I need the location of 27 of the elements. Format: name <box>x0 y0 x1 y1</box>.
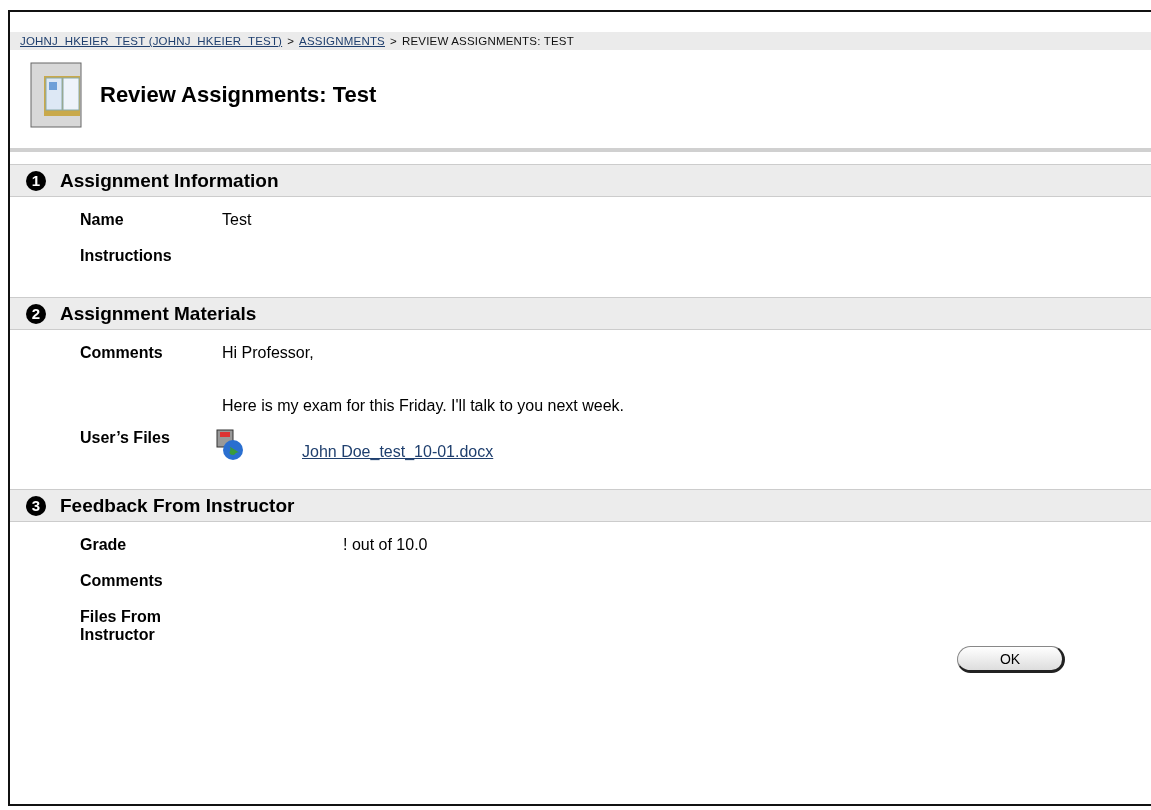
section-title: Feedback From Instructor <box>60 494 295 517</box>
breadcrumb-separator: > <box>287 35 295 47</box>
breadcrumb-link[interactable]: JOHNJ_HKEIER_TEST (JOHNJ_HKEIER_TEST) <box>20 35 283 47</box>
breadcrumb-separator: > <box>390 35 397 47</box>
file-link[interactable]: John Doe_test_10-01.docx <box>302 443 494 461</box>
book-icon <box>30 62 82 128</box>
step-number: 1 <box>26 170 46 191</box>
field-value: ! out of 10.0 <box>343 536 428 554</box>
breadcrumb-link[interactable]: ASSIGNMENTS <box>299 35 385 47</box>
field-label: Instructions <box>80 247 173 266</box>
field-label: Files From Instructor <box>80 608 162 644</box>
field-label: Name <box>80 211 125 230</box>
section-title: Assignment Information <box>60 169 279 192</box>
field-value: Here is my exam for this Friday. I'll talk to you next week. <box>222 397 624 415</box>
step-number: 2 <box>26 303 46 324</box>
section-title: Assignment Materials <box>60 302 257 325</box>
field-label: Comments <box>80 344 164 363</box>
breadcrumb-current: REVIEW ASSIGNMENTS: TEST <box>401 35 574 47</box>
file-globe-icon <box>216 429 244 461</box>
ok-button[interactable]: OK <box>957 646 1065 673</box>
page-title: Review Assignments: Test <box>100 82 377 108</box>
field-label: Comments <box>80 572 164 591</box>
step-number: 3 <box>26 495 46 516</box>
field-value: Test <box>222 211 252 229</box>
field-label: Grade <box>80 536 128 555</box>
field-label: User’s Files <box>80 429 171 448</box>
field-value: Hi Professor, <box>222 344 315 362</box>
